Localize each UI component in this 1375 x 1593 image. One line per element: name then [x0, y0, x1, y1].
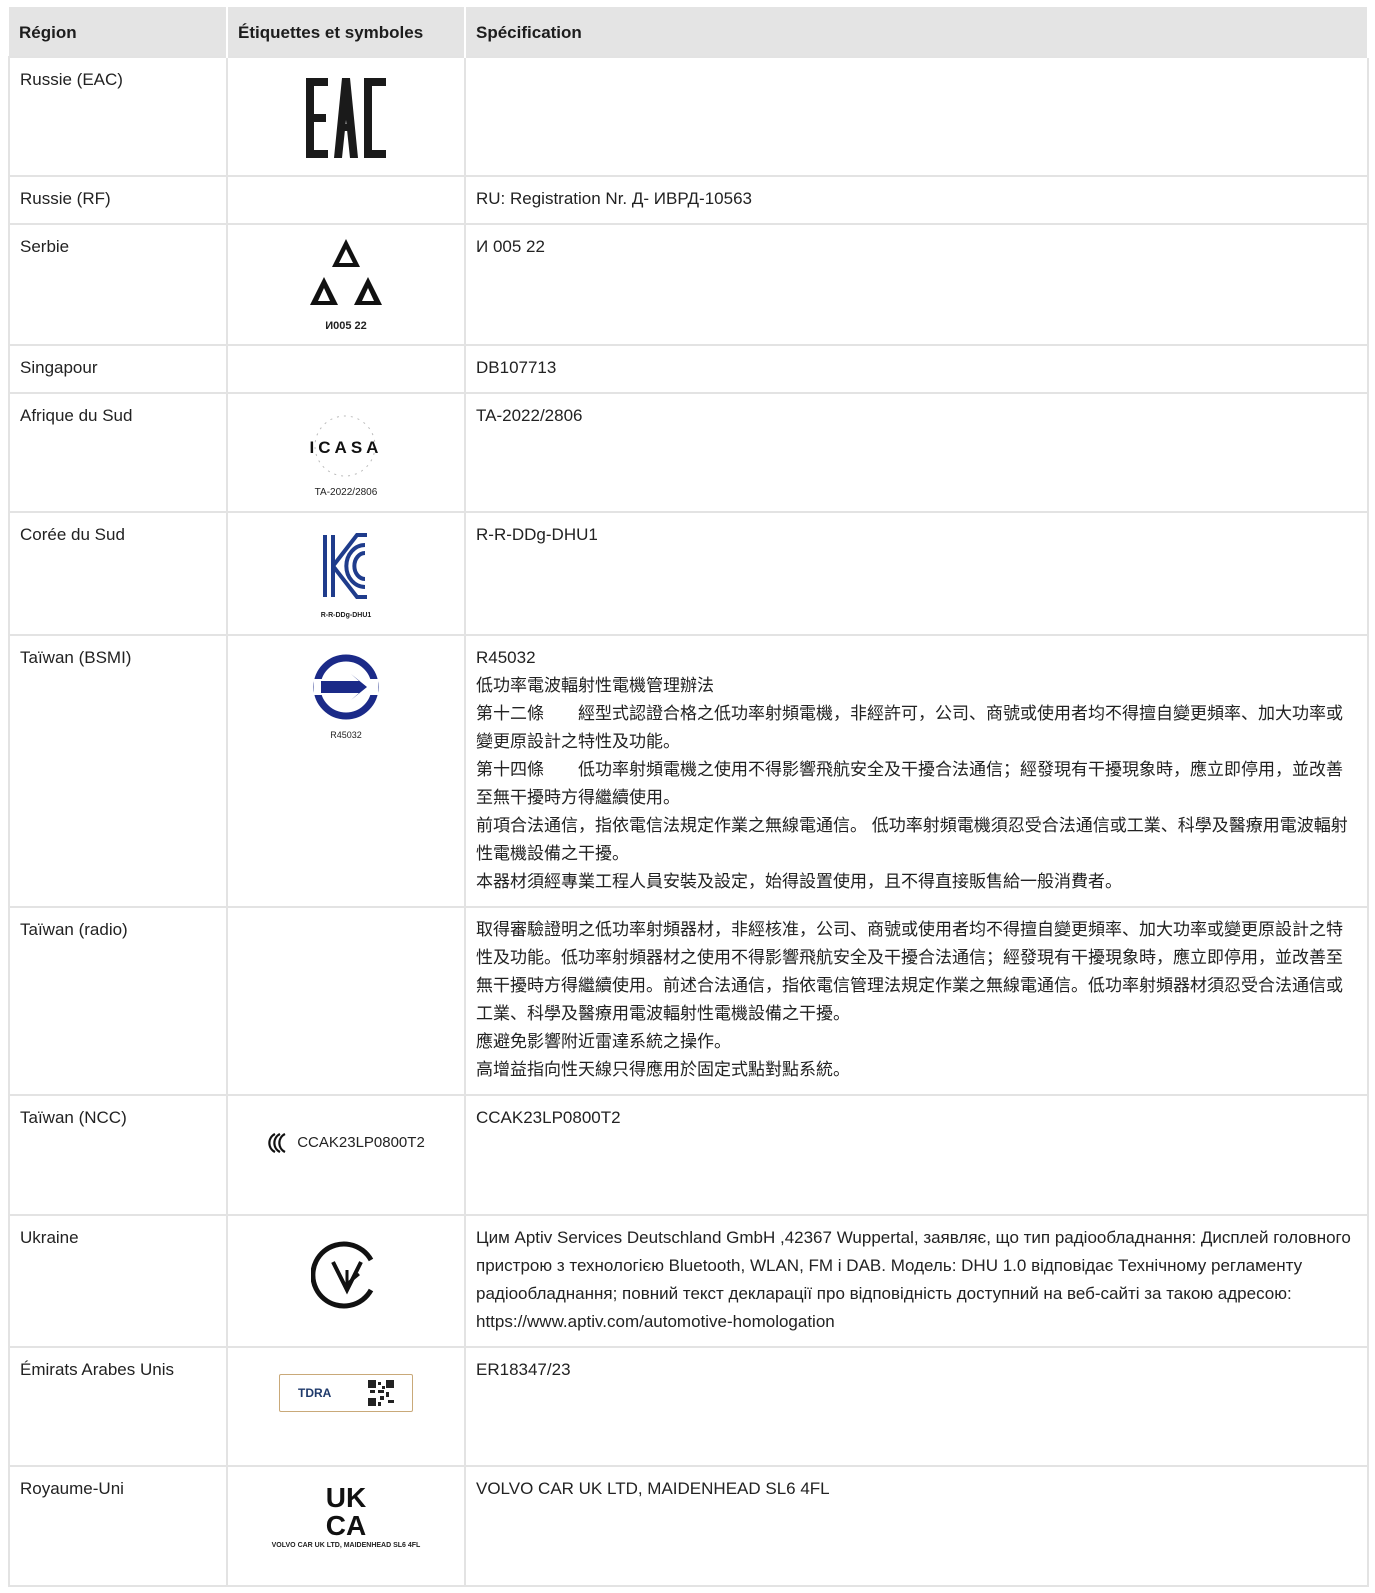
symbol-cell: TDRA: [226, 1346, 466, 1467]
spec-line: 取得審驗證明之低功率射頻器材，非經核准，公司、商號或使用者均不得擅自變更頻率、加…: [476, 920, 1343, 1023]
spec-line: И 005 22: [476, 237, 545, 256]
spec-line: 前項合法通信，指依電信法規定作業之無線電通信。 低功率射頻電機須忍受合法通信或工…: [476, 816, 1348, 863]
kc-logo-caption: R-R-DDg-DHU1: [320, 612, 372, 619]
region-cell: Royaume-Uni: [8, 1465, 228, 1587]
table-row: Russie (RF) RU: Registration Nr. Д- ИВРД…: [8, 175, 1369, 225]
header-spec: Spécification: [465, 7, 1369, 57]
spec-line: CCAK23LP0800T2: [476, 1108, 621, 1127]
icasa-logo-icon: ICASA: [310, 415, 383, 477]
table-row: Taïwan (radio) 取得審驗證明之低功率射頻器材，非經核准，公司、商號…: [8, 906, 1369, 1096]
serbia-logo-caption: И005 22: [325, 320, 367, 332]
spec-line: 第十二條 經型式認證合格之低功率射頻電機，非經許可，公司、商號或使用者均不得擅自…: [476, 704, 1343, 751]
serbia-triangles-icon: [310, 239, 382, 305]
spec-line: TA-2022/2806: [476, 406, 583, 425]
symbol-cell: И005 22: [226, 223, 466, 346]
region-cell: Taïwan (BSMI): [8, 634, 228, 908]
ukca-logo-icon: UK CA: [326, 1482, 366, 1541]
table-header-row: Région Étiquettes et symboles Spécificat…: [9, 7, 1369, 57]
kc-logo-icon: [323, 533, 367, 599]
region-cell: Serbie: [8, 223, 228, 346]
spec-line: DB107713: [476, 358, 557, 377]
region-cell: Russie (RF): [8, 175, 228, 225]
spec-cell: [464, 56, 1369, 177]
qr-code-icon: [368, 1380, 394, 1406]
spec-cell: И 005 22: [464, 223, 1369, 346]
spec-line: R-R-DDg-DHU1: [476, 525, 598, 544]
spec-line: Цим Aptiv Services Deutschland GmbH ,423…: [476, 1228, 1351, 1331]
table-row: Corée du Sud R-R-DDg-DHU1 R-R-DDg-DHU1: [8, 511, 1369, 636]
table-row: Émirats Arabes Unis TDRA ER18347/23: [8, 1346, 1369, 1467]
spec-cell: VOLVO CAR UK LTD, MAIDENHEAD SL6 4FL: [464, 1465, 1369, 1587]
spec-line: ER18347/23: [476, 1360, 571, 1379]
header-symbols: Étiquettes et symboles: [227, 7, 466, 57]
spec-line: VOLVO CAR UK LTD, MAIDENHEAD SL6 4FL: [476, 1479, 830, 1498]
region-cell: Singapour: [8, 344, 228, 394]
table-row: Singapour DB107713: [8, 344, 1369, 394]
table-row: Russie (EAC): [8, 56, 1369, 177]
spec-line: 本器材須經專業工程人員安裝及設定，始得設置使用，且不得直接販售給一般消費者。: [476, 872, 1122, 891]
region-cell: Taïwan (radio): [8, 906, 228, 1096]
ncc-logo-caption: CCAK23LP0800T2: [297, 1134, 425, 1151]
ncc-waves-icon: [268, 1133, 286, 1153]
symbol-cell: R-R-DDg-DHU1: [226, 511, 466, 636]
spec-cell: RU: Registration Nr. Д- ИВРД-10563: [464, 175, 1369, 225]
symbol-cell: [226, 175, 466, 225]
spec-cell: CCAK23LP0800T2: [464, 1094, 1369, 1216]
symbol-cell: [226, 344, 466, 394]
region-cell: Russie (EAC): [8, 56, 228, 177]
eac-logo-icon: [306, 78, 386, 158]
svg-text:UK: UK: [326, 1482, 366, 1513]
bsmi-logo-icon: [313, 654, 379, 720]
header-region: Région: [9, 7, 228, 57]
region-cell: Ukraine: [8, 1214, 228, 1348]
svg-text:CA: CA: [326, 1510, 366, 1537]
spec-cell: R-R-DDg-DHU1: [464, 511, 1369, 636]
symbol-cell: R45032: [226, 634, 466, 908]
spec-line: 低功率電波輻射性電機管理辦法: [476, 676, 714, 695]
table-row: Taïwan (BSMI) R45032 R45032 低功率電波輻射性電機管理…: [8, 634, 1369, 908]
spec-cell: ER18347/23: [464, 1346, 1369, 1467]
spec-cell: 取得審驗證明之低功率射頻器材，非經核准，公司、商號或使用者均不得擅自變更頻率、加…: [464, 906, 1369, 1096]
spec-cell: TA-2022/2806: [464, 392, 1369, 513]
tdra-logo-text: TDRA: [298, 1386, 332, 1400]
regulatory-table: Région Étiquettes et symboles Spécificat…: [8, 7, 1369, 1587]
spec-cell: Цим Aptiv Services Deutschland GmbH ,423…: [464, 1214, 1369, 1348]
spec-line: 應避免影響附近雷達系統之操作。: [476, 1032, 731, 1051]
table-row: Serbie И005 22 И 005 22: [8, 223, 1369, 346]
spec-cell: DB107713: [464, 344, 1369, 394]
spec-line: 第十四條 低功率射頻電機之使用不得影響飛航安全及干擾合法通信；經發現有干擾現象時…: [476, 760, 1343, 807]
tdra-logo: TDRA: [279, 1374, 413, 1412]
table-row: Taïwan (NCC) CCAK23LP0800T2 CCAK23LP0800…: [8, 1094, 1369, 1216]
spec-line: R45032: [476, 648, 536, 667]
symbol-cell: [226, 906, 466, 1096]
symbol-cell: UK CA VOLVO CAR UK LTD, MAIDENHEAD SL6 4…: [226, 1465, 466, 1587]
symbol-cell: [226, 1214, 466, 1348]
spec-cell: R45032 低功率電波輻射性電機管理辦法 第十二條 經型式認證合格之低功率射頻…: [464, 634, 1369, 908]
region-cell: Afrique du Sud: [8, 392, 228, 513]
symbol-cell: CCAK23LP0800T2: [226, 1094, 466, 1216]
ukca-logo-caption: VOLVO CAR UK LTD, MAIDENHEAD SL6 4FL: [271, 1542, 421, 1549]
ukraine-conformity-icon: [310, 1241, 374, 1309]
svg-text:ICASA: ICASA: [310, 438, 383, 457]
table-row: Ukraine Цим Aptiv Services Deutschland G…: [8, 1214, 1369, 1348]
region-cell: Émirats Arabes Unis: [8, 1346, 228, 1467]
table-row: Afrique du Sud ICASA TA-2022/2806 TA-202…: [8, 392, 1369, 513]
spec-line: 高增益指向性天線只得應用於固定式點對點系統。: [476, 1060, 850, 1079]
regulatory-table-container: Région Étiquettes et symboles Spécificat…: [8, 7, 1369, 1587]
region-cell: Taïwan (NCC): [8, 1094, 228, 1216]
spec-line: RU: Registration Nr. Д- ИВРД-10563: [476, 189, 752, 208]
ncc-logo: CCAK23LP0800T2: [267, 1132, 425, 1154]
symbol-cell: ICASA TA-2022/2806: [226, 392, 466, 513]
table-row: Royaume-Uni UK CA VOLVO CAR UK LTD, MAID…: [8, 1465, 1369, 1587]
bsmi-logo-caption: R45032: [330, 730, 362, 740]
icasa-logo-caption: TA-2022/2806: [314, 487, 378, 498]
symbol-cell: [226, 56, 466, 177]
region-cell: Corée du Sud: [8, 511, 228, 636]
